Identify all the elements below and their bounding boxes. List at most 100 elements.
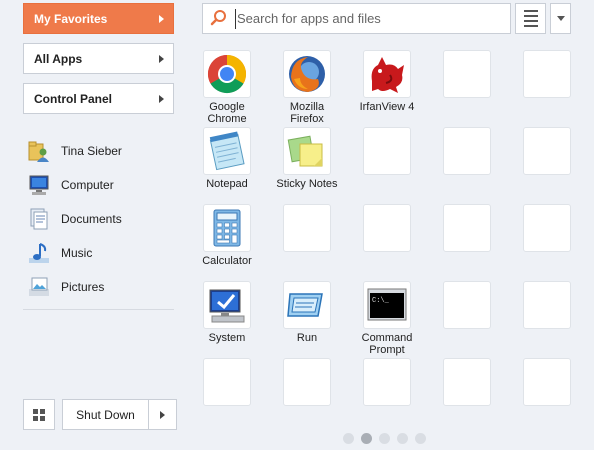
app-run[interactable]: Run	[267, 281, 347, 344]
user-folder-icon	[27, 139, 51, 163]
place-documents[interactable]: Documents	[23, 202, 174, 236]
app-tile	[283, 50, 331, 98]
start-screen-button[interactable]	[23, 399, 55, 430]
calculator-icon	[213, 209, 241, 247]
empty-tile[interactable]	[523, 127, 571, 175]
chevron-right-icon	[160, 410, 165, 419]
list-view-icon-line	[523, 15, 538, 17]
empty-tile[interactable]	[443, 50, 491, 98]
empty-tile[interactable]	[523, 204, 571, 252]
category-label: My Favorites	[34, 11, 108, 26]
app-sticky-notes[interactable]: Sticky Notes	[267, 127, 347, 190]
empty-tile[interactable]	[363, 127, 411, 175]
search-input[interactable]	[235, 8, 510, 29]
computer-icon	[27, 173, 51, 197]
view-options-dropdown[interactable]	[550, 3, 571, 34]
app-calculator[interactable]: Calculator	[187, 204, 267, 267]
firefox-icon	[289, 56, 325, 92]
empty-tile[interactable]	[283, 358, 331, 406]
shutdown-options-button[interactable]	[149, 410, 176, 419]
chevron-right-icon	[159, 95, 164, 103]
place-user-folder[interactable]: Tina Sieber	[23, 134, 174, 168]
shutdown-button[interactable]: Shut Down	[63, 408, 148, 422]
app-name: Google	[209, 101, 245, 113]
category-my-favorites[interactable]: My Favorites	[23, 3, 174, 34]
page-dot[interactable]	[379, 433, 390, 444]
empty-tile[interactable]	[523, 358, 571, 406]
left-panel: My Favorites All Apps Control Panel Tina…	[0, 0, 190, 450]
category-all-apps[interactable]: All Apps	[23, 43, 174, 74]
empty-tile[interactable]	[443, 358, 491, 406]
page-dot[interactable]	[397, 433, 408, 444]
chevron-right-icon	[159, 55, 164, 63]
svg-text:C:\_: C:\_	[372, 297, 390, 305]
place-label: Computer	[61, 178, 114, 192]
app-name: Calculator	[202, 255, 252, 267]
empty-tile[interactable]	[283, 204, 331, 252]
empty-tile[interactable]	[523, 281, 571, 329]
documents-icon	[27, 207, 51, 231]
app-tile	[283, 281, 331, 329]
system-icon	[209, 289, 245, 323]
empty-tile[interactable]	[443, 127, 491, 175]
place-label: Tina Sieber	[61, 144, 122, 158]
app-tile	[283, 127, 331, 175]
places-list: Tina Sieber Computer Documents Music Pic…	[23, 134, 174, 304]
app-name: IrfanView 4	[359, 101, 415, 113]
page-dot-current[interactable]	[361, 433, 372, 444]
empty-tile[interactable]	[523, 50, 571, 98]
place-pictures[interactable]: Pictures	[23, 270, 174, 304]
music-icon	[27, 241, 51, 265]
list-view-icon	[523, 10, 538, 12]
app-command-prompt[interactable]: C:\_ Command Prompt	[347, 281, 427, 356]
app-google-chrome[interactable]: Google Chrome	[187, 50, 267, 125]
pictures-icon	[27, 275, 51, 299]
app-irfanview[interactable]: IrfanView 4	[347, 50, 427, 113]
app-notepad[interactable]: Notepad	[187, 127, 267, 190]
page-dot[interactable]	[343, 433, 354, 444]
category-label: Control Panel	[34, 91, 113, 106]
app-name: System	[208, 332, 246, 344]
notepad-icon	[209, 131, 245, 171]
run-icon	[287, 293, 323, 317]
search-icon	[203, 4, 235, 33]
app-name: Chrome	[207, 113, 247, 125]
view-mode-button[interactable]	[515, 3, 546, 34]
category-label: All Apps	[34, 51, 83, 66]
divider	[23, 309, 174, 310]
place-label: Music	[61, 246, 93, 260]
shutdown-button-group: Shut Down	[62, 399, 177, 430]
chevron-down-icon	[556, 16, 565, 21]
place-music[interactable]: Music	[23, 236, 174, 270]
app-tile: C:\_	[363, 281, 411, 329]
sticky-notes-icon	[287, 135, 323, 167]
app-name: Notepad	[206, 178, 248, 190]
chevron-right-icon	[159, 15, 164, 23]
app-name: Mozilla	[289, 101, 325, 113]
list-view-icon-line	[523, 25, 538, 27]
page-dot[interactable]	[415, 433, 426, 444]
grid-icon	[33, 408, 45, 421]
empty-tile[interactable]	[443, 281, 491, 329]
app-name: Sticky Notes	[276, 178, 338, 190]
place-label: Documents	[61, 212, 122, 226]
app-tile	[203, 281, 251, 329]
app-tile	[203, 204, 251, 252]
app-name: Run	[296, 332, 318, 344]
empty-tile[interactable]	[363, 204, 411, 252]
empty-tile[interactable]	[363, 358, 411, 406]
empty-tile[interactable]	[443, 204, 491, 252]
app-mozilla-firefox[interactable]: Mozilla Firefox	[267, 50, 347, 125]
app-tile	[203, 127, 251, 175]
place-computer[interactable]: Computer	[23, 168, 174, 202]
empty-tile[interactable]	[203, 358, 251, 406]
search-box	[202, 3, 511, 34]
page-indicator	[343, 433, 426, 444]
app-name: Firefox	[290, 113, 324, 125]
app-system[interactable]: System	[187, 281, 267, 344]
place-label: Pictures	[61, 280, 105, 294]
irfanview-icon	[371, 57, 404, 93]
category-control-panel[interactable]: Control Panel	[23, 83, 174, 114]
command-prompt-icon: C:\_	[367, 288, 407, 321]
app-name: Command	[361, 332, 413, 344]
